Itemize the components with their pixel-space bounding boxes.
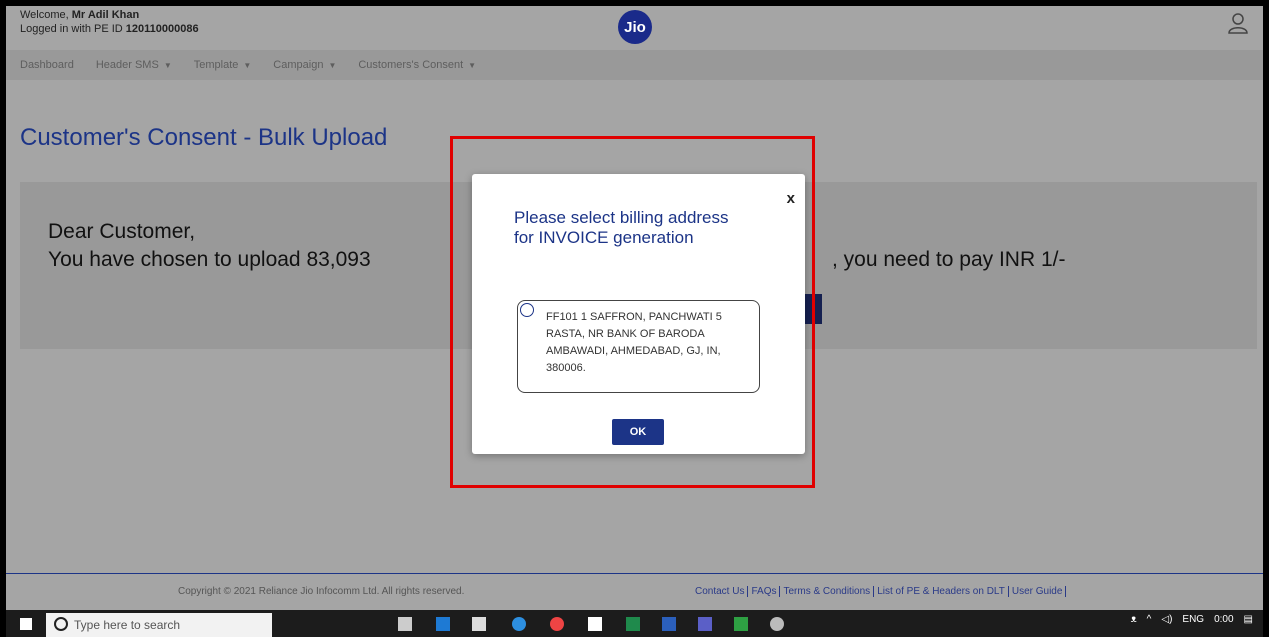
- drive-icon[interactable]: [734, 617, 748, 631]
- highlight-annotation: [450, 136, 815, 488]
- footer-link-user-guide[interactable]: User Guide: [1009, 586, 1067, 597]
- jio-logo: Jio: [618, 10, 652, 44]
- language-indicator[interactable]: ENG: [1182, 614, 1204, 625]
- user-name: Mr Adil Khan: [71, 9, 140, 21]
- nav-label: Template: [193, 59, 239, 71]
- store-icon[interactable]: [472, 617, 486, 631]
- nav-template[interactable]: Template ▼: [194, 59, 252, 71]
- footer-link-terms[interactable]: Terms & Conditions: [780, 586, 875, 597]
- system-tray: ᴥ ^ ◁) ENG 0:00 ▤: [1131, 614, 1253, 625]
- people-icon[interactable]: ᴥ: [1131, 614, 1137, 625]
- search-icon: [54, 617, 68, 631]
- edge-icon[interactable]: [512, 617, 526, 631]
- welcome-prefix: Welcome,: [20, 9, 69, 21]
- footer-links: Contact Us FAQs Terms & Conditions List …: [692, 586, 1067, 597]
- notifications-icon[interactable]: ▤: [1244, 614, 1253, 625]
- copyright-text: Copyright © 2021 Reliance Jio Infocomm L…: [178, 586, 465, 597]
- page-title: Customer's Consent - Bulk Upload: [20, 124, 388, 151]
- nav-dashboard[interactable]: Dashboard: [20, 59, 74, 71]
- clock[interactable]: 0:00: [1214, 614, 1233, 625]
- user-icon[interactable]: [1227, 12, 1249, 34]
- top-header: Welcome, Mr Adil Khan Logged in with PE …: [6, 6, 1263, 44]
- nav-header-sms[interactable]: Header SMS ▼: [96, 59, 172, 71]
- windows-start-icon[interactable]: [20, 618, 32, 630]
- search-placeholder: Type here to search: [74, 618, 181, 632]
- nav-campaign[interactable]: Campaign ▼: [273, 59, 336, 71]
- caret-down-icon: ▼: [243, 60, 252, 70]
- windows-taskbar: Type here to search ᴥ ^ ◁) ENG 0:00 ▤: [6, 610, 1263, 637]
- main-nav: Dashboard Header SMS ▼ Template ▼ Campaign…: [6, 50, 1263, 80]
- footer-link-contact[interactable]: Contact Us: [692, 586, 749, 597]
- outlook-icon[interactable]: [436, 617, 450, 631]
- excel-icon[interactable]: [626, 617, 640, 631]
- payment-message: , you need to pay INR 1/-: [832, 248, 1066, 271]
- nav-label: Header SMS: [95, 59, 159, 71]
- nav-label: Campaign: [273, 59, 324, 71]
- pe-id: 120110000086: [125, 23, 199, 35]
- nav-label: Dashboard: [20, 59, 74, 71]
- app-icon-2[interactable]: [770, 617, 784, 631]
- caret-down-icon: ▼: [468, 60, 477, 70]
- caret-down-icon: ▼: [163, 60, 172, 70]
- volume-icon[interactable]: ◁): [1161, 614, 1172, 625]
- chevron-up-icon[interactable]: ^: [1147, 614, 1152, 625]
- teams-icon[interactable]: [698, 617, 712, 631]
- caret-down-icon: ▼: [328, 60, 337, 70]
- footer-divider: [6, 573, 1263, 574]
- nav-customers-consent[interactable]: Customers's Consent ▼: [358, 59, 476, 71]
- taskbar-search[interactable]: Type here to search: [46, 613, 272, 637]
- greeting-text: Dear Customer,: [48, 220, 196, 243]
- chrome-icon[interactable]: [550, 617, 564, 631]
- task-view-icon[interactable]: [398, 617, 412, 631]
- pe-prefix: Logged in with PE ID: [20, 23, 123, 35]
- upload-message: You have chosen to upload 83,093: [48, 248, 371, 271]
- footer-link-pe-list[interactable]: List of PE & Headers on DLT: [874, 586, 1009, 597]
- footer-link-faqs[interactable]: FAQs: [748, 586, 781, 597]
- nav-label: Customers's Consent: [358, 59, 464, 71]
- welcome-text: Welcome, Mr Adil Khan Logged in with PE …: [20, 8, 199, 36]
- word-icon[interactable]: [662, 617, 676, 631]
- app-icon[interactable]: [588, 617, 602, 631]
